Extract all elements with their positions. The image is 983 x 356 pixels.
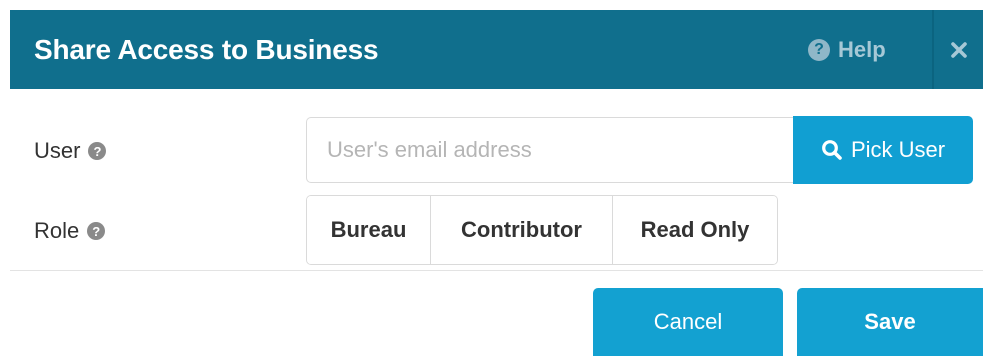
share-access-dialog: Share Access to Business ? Help User ? P…: [0, 0, 983, 356]
dialog-title: Share Access to Business: [34, 34, 379, 65]
pick-user-button[interactable]: Pick User: [793, 116, 973, 184]
pick-user-label: Pick User: [850, 137, 946, 162]
role-option-contributor[interactable]: Contributor: [430, 196, 612, 264]
save-button[interactable]: Save: [797, 288, 983, 356]
help-label: Help: [838, 36, 886, 62]
role-option-bureau[interactable]: Bureau: [307, 196, 430, 264]
user-label: User: [34, 138, 81, 163]
footer-divider: [10, 270, 983, 271]
help-link[interactable]: ? Help: [808, 10, 886, 89]
role-button-group: Bureau Contributor Read Only: [306, 195, 778, 265]
question-circle-icon[interactable]: ?: [88, 142, 107, 160]
help-circle-icon: ?: [808, 38, 830, 61]
question-circle-icon[interactable]: ?: [87, 222, 106, 240]
role-row-label: Role ?: [34, 218, 106, 244]
user-row-label: User ?: [34, 138, 107, 164]
search-icon: [822, 140, 842, 160]
close-icon: [950, 41, 967, 58]
role-option-read-only[interactable]: Read Only: [612, 196, 777, 264]
cancel-button[interactable]: Cancel: [593, 288, 783, 356]
user-email-input[interactable]: [306, 117, 793, 183]
close-button[interactable]: [934, 10, 983, 89]
dialog-header: Share Access to Business ? Help: [10, 10, 983, 89]
role-label: Role: [34, 218, 80, 243]
